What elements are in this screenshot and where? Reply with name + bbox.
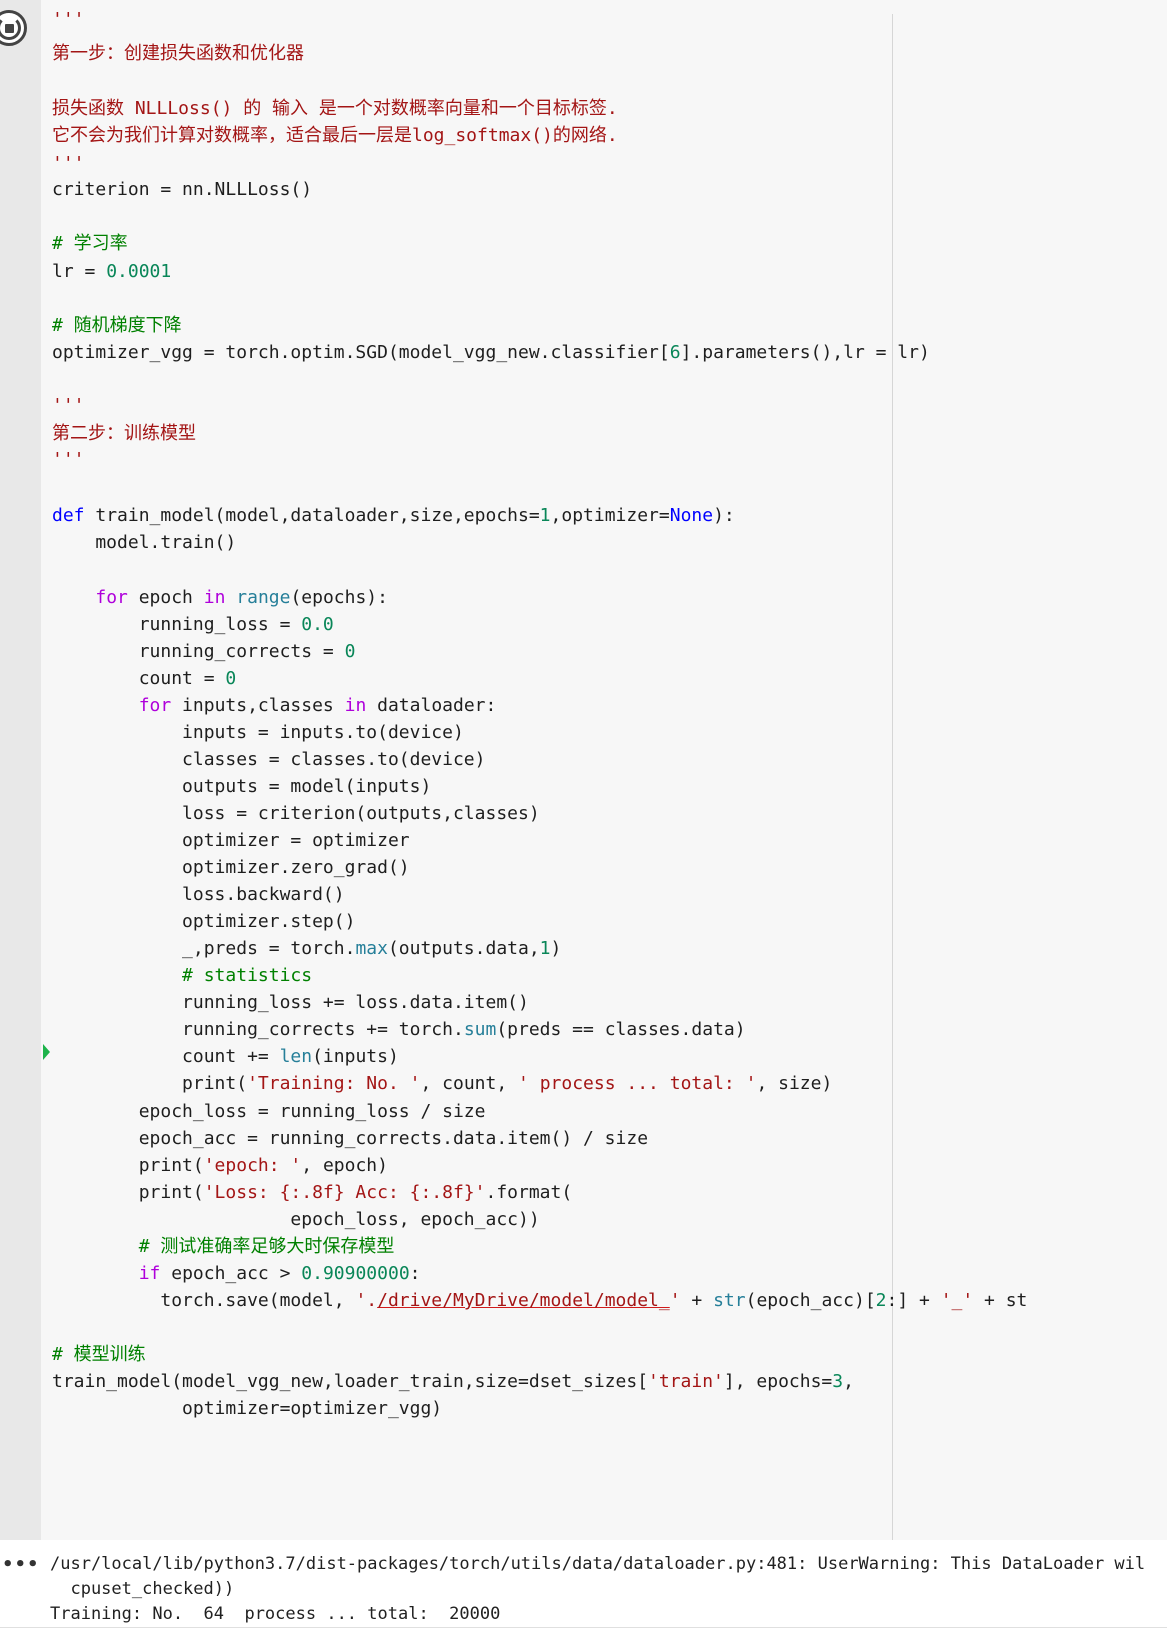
code-line: for inputs,classes in dataloader:: [138, 695, 497, 716]
code-line: loss = criterion(outputs,classes): [52, 803, 540, 824]
code-line: 第一步：创建损失函数和优化器: [52, 43, 304, 64]
code-line: count = 0: [52, 668, 237, 689]
code-line: 第二步：训练模型: [52, 423, 196, 444]
code-line: ''': [52, 153, 85, 174]
code-line: epoch_acc = running_corrects.data.item()…: [52, 1128, 649, 1149]
cell-gutter: [0, 0, 41, 1540]
code-line: if epoch_acc > 0.90900000:: [138, 1263, 421, 1284]
output-line: /usr/local/lib/python3.7/dist-packages/t…: [50, 1554, 1146, 1574]
code-line: torch.save(model, './drive/MyDrive/model…: [52, 1290, 1028, 1311]
code-line: ''': [52, 449, 85, 470]
code-line: print('Training: No. ', count, ' process…: [52, 1073, 833, 1094]
code-line: classes = classes.to(device): [52, 749, 486, 770]
code-line: running_loss = 0.0: [52, 614, 334, 635]
code-line: inputs = inputs.to(device): [52, 722, 464, 743]
code-line: ''': [52, 9, 85, 30]
ellipsis-icon[interactable]: •••: [2, 1554, 40, 1575]
code-line: # 随机梯度下降: [52, 315, 182, 336]
code-line: print('Loss: {:.8f} Acc: {:.8f}'.format(: [52, 1182, 573, 1203]
code-line: count += len(inputs): [52, 1046, 399, 1067]
code-line: # 模型训练: [52, 1344, 146, 1365]
code-line: optimizer.zero_grad(): [52, 857, 410, 878]
stop-run-icon[interactable]: [0, 10, 27, 46]
code-line: lr = 0.0001: [52, 261, 172, 282]
code-line: ''': [52, 395, 85, 416]
output-line: cpuset_checked)): [50, 1579, 235, 1599]
code-line: optimizer.step(): [52, 911, 356, 932]
code-line: loss.backward(): [52, 884, 345, 905]
code-line: # 学习率: [52, 233, 128, 254]
code-line: def train_model(model,dataloader,size,ep…: [52, 505, 735, 526]
code-line: running_corrects += torch.sum(preds == c…: [52, 1019, 746, 1040]
code-line: optimizer = optimizer: [52, 830, 410, 851]
code-line: outputs = model(inputs): [52, 776, 432, 797]
code-editor[interactable]: ''' 第一步：创建损失函数和优化器损失函数 NLLLoss() 的 输入 是一个…: [52, 0, 1167, 1540]
code-line: # statistics: [52, 965, 313, 986]
code-line: train_model(model_vgg_new,loader_train,s…: [52, 1371, 854, 1392]
code-line: 损失函数 NLLLoss() 的 输入 是一个对数概率向量和一个目标标签.: [52, 98, 618, 119]
code-line: _,preds = torch.max(outputs.data,1): [52, 938, 562, 959]
code-line: optimizer_vgg = torch.optim.SGD(model_vg…: [52, 342, 930, 363]
code-line: epoch_loss = running_loss / size: [52, 1101, 486, 1122]
code-line: running_loss += loss.data.item(): [52, 992, 529, 1013]
code-line: model.train(): [52, 532, 237, 553]
code-line: epoch_loss, epoch_acc)): [52, 1209, 540, 1230]
code-line: for epoch in range(epochs):: [95, 587, 388, 608]
execution-marker-icon: [43, 1044, 50, 1060]
output-divider: [0, 1627, 1167, 1628]
code-cell[interactable]: ''' 第一步：创建损失函数和优化器损失函数 NLLLoss() 的 输入 是一个…: [0, 0, 1167, 1540]
cell-output: ••• /usr/local/lib/python3.7/dist-packag…: [0, 1540, 1167, 1644]
code-line: # 测试准确率足够大时保存模型: [52, 1236, 395, 1257]
output-text: /usr/local/lib/python3.7/dist-packages/t…: [50, 1552, 1167, 1627]
code-line: 它不会为我们计算对数概率，适合最后一层是log_softmax()的网络.: [52, 125, 618, 146]
code-line: print('epoch: ', epoch): [52, 1155, 388, 1176]
output-line: Training: No. 64 process ... total: 2000…: [50, 1604, 501, 1624]
code-line: running_corrects = 0: [52, 641, 356, 662]
code-line: criterion = nn.NLLLoss(): [52, 179, 313, 200]
code-line: optimizer=optimizer_vgg): [52, 1398, 443, 1419]
